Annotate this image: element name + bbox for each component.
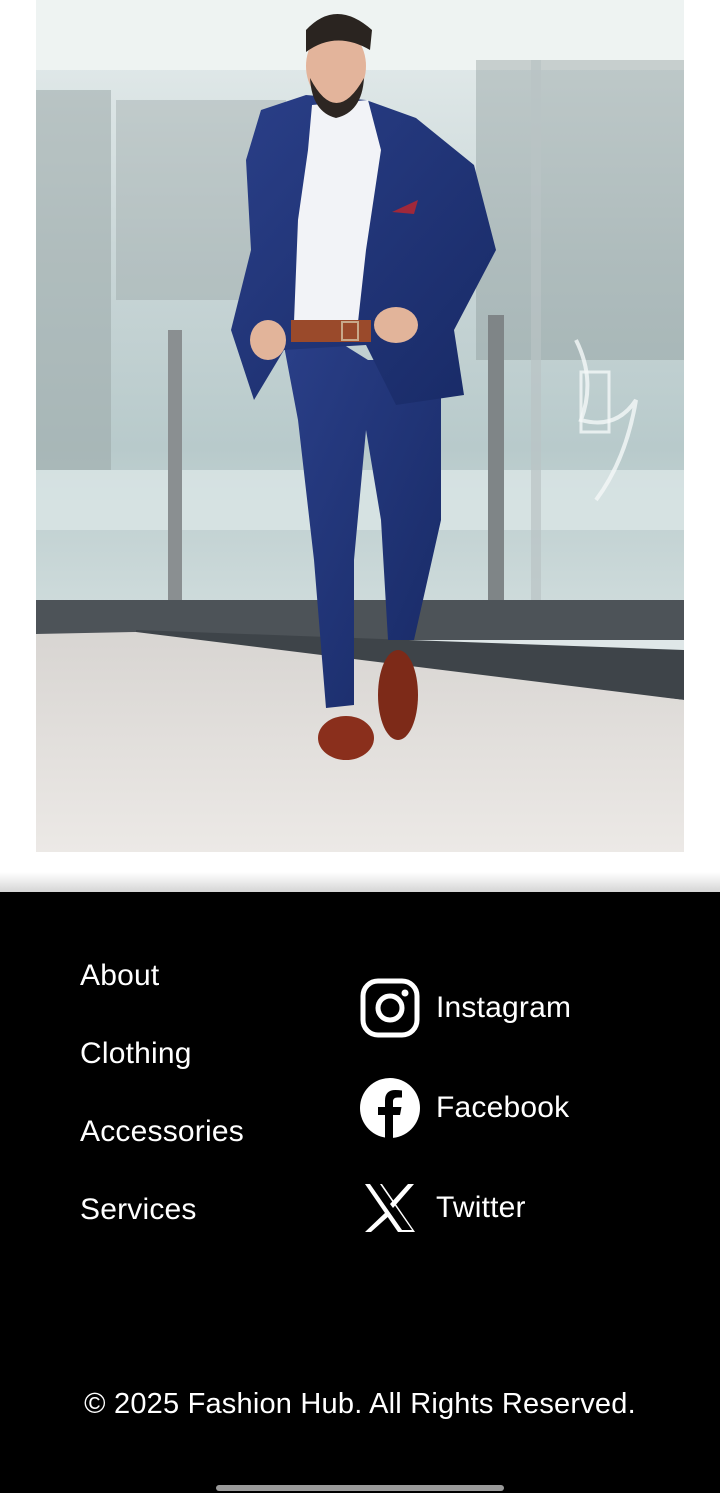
footer-link-accessories[interactable]: Accessories — [80, 1106, 244, 1184]
hero-photo — [36, 0, 684, 852]
facebook-icon — [360, 1078, 420, 1138]
social-links: Instagram Facebook Twitter — [360, 958, 571, 1258]
hero-photo-illustration — [36, 0, 684, 852]
footer-link-clothing[interactable]: Clothing — [80, 1028, 244, 1106]
footer-top-shadow — [0, 872, 720, 894]
social-label-facebook: Facebook — [436, 1091, 570, 1124]
footer-link-services[interactable]: Services — [80, 1184, 244, 1262]
site-footer: About Clothing Accessories Services Inst… — [0, 892, 720, 1493]
home-indicator-bar[interactable] — [216, 1485, 504, 1491]
x-twitter-icon — [360, 1178, 420, 1238]
instagram-icon — [360, 978, 420, 1038]
footer-link-about[interactable]: About — [80, 950, 244, 1028]
social-link-facebook[interactable]: Facebook — [360, 1058, 571, 1158]
copyright-text: © 2025 Fashion Hub. All Rights Reserved. — [84, 1388, 636, 1420]
social-label-instagram: Instagram — [436, 991, 572, 1024]
footer-nav: About Clothing Accessories Services — [80, 950, 244, 1262]
social-label-twitter: Twitter — [436, 1191, 526, 1224]
social-link-instagram[interactable]: Instagram — [360, 958, 571, 1058]
social-link-twitter[interactable]: Twitter — [360, 1158, 571, 1258]
